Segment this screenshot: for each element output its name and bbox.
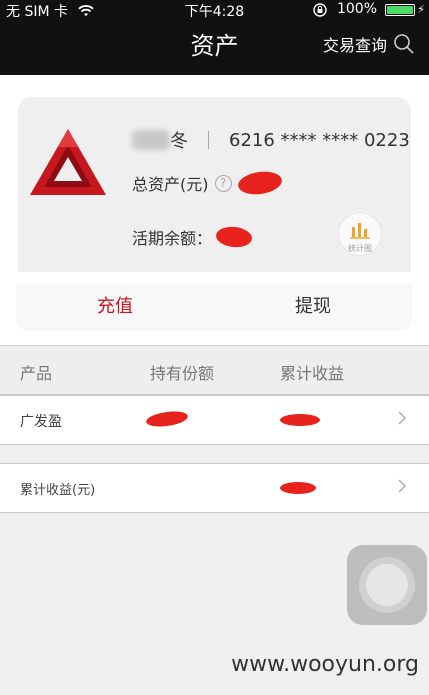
total-assets-row: 总资产(元) ? xyxy=(132,169,283,197)
battery-icon xyxy=(385,4,415,16)
column-header-earnings: 累计收益 xyxy=(280,364,345,383)
redacted-shares xyxy=(145,409,189,429)
assistive-touch-button[interactable] xyxy=(347,545,427,625)
account-card: 冬 6216 **** **** 0223 总资产(元) ? 活期余额： 统计图 xyxy=(18,97,411,272)
current-balance-label: 活期余额： xyxy=(132,229,213,248)
current-balance-row: 活期余额： xyxy=(132,225,253,249)
orientation-lock-icon xyxy=(313,3,327,17)
recharge-button[interactable]: 充值 xyxy=(16,283,214,331)
table-row-summary[interactable]: 累计收益(元) xyxy=(0,463,429,513)
bank-logo xyxy=(30,129,106,195)
total-assets-label: 总资产(元) xyxy=(132,175,209,194)
transaction-query-button[interactable]: 交易查询 xyxy=(323,32,415,56)
redacted-name xyxy=(132,130,170,150)
assistive-touch-core xyxy=(366,564,408,606)
charging-icon: ⚡ xyxy=(417,3,425,16)
account-name-suffix: 冬 xyxy=(170,131,188,152)
statistics-chart-button[interactable]: 统计图 xyxy=(338,212,382,256)
redacted-balance xyxy=(215,225,253,249)
redacted-earnings xyxy=(280,414,320,426)
battery-percent: 100% xyxy=(336,1,377,17)
redacted-total-earnings xyxy=(280,482,316,494)
redacted-total-assets xyxy=(236,169,283,197)
watermark: www.wooyun.org xyxy=(231,652,419,677)
chart-label: 统计图 xyxy=(348,244,372,253)
transaction-query-label: 交易查询 xyxy=(322,36,387,55)
holdings-table: 产品 持有份额 累计收益 广发盈 累计收益(元) xyxy=(0,345,429,695)
table-header: 产品 持有份额 累计收益 xyxy=(0,345,429,395)
table-row-product[interactable]: 广发盈 xyxy=(0,395,429,445)
withdraw-button[interactable]: 提现 xyxy=(214,283,412,331)
divider xyxy=(208,131,209,149)
status-bar: 无 SIM 卡 下午4:28 100% ⚡ xyxy=(0,0,429,20)
chevron-right-icon xyxy=(398,411,407,425)
card-number: 6216 **** **** 0223 xyxy=(229,129,410,151)
account-holder-row: 冬 6216 **** **** 0223 xyxy=(132,127,410,153)
action-bar: 充值 提现 xyxy=(16,283,412,331)
chevron-right-icon xyxy=(398,479,407,493)
help-icon[interactable]: ? xyxy=(214,174,232,192)
column-header-product: 产品 xyxy=(20,364,53,383)
bar-chart-icon xyxy=(350,223,370,239)
column-header-shares: 持有份额 xyxy=(150,364,215,383)
product-name: 广发盈 xyxy=(20,414,62,430)
summary-label: 累计收益(元) xyxy=(20,483,96,498)
search-icon xyxy=(394,34,414,54)
nav-bar: 资产 交易查询 xyxy=(0,20,429,75)
